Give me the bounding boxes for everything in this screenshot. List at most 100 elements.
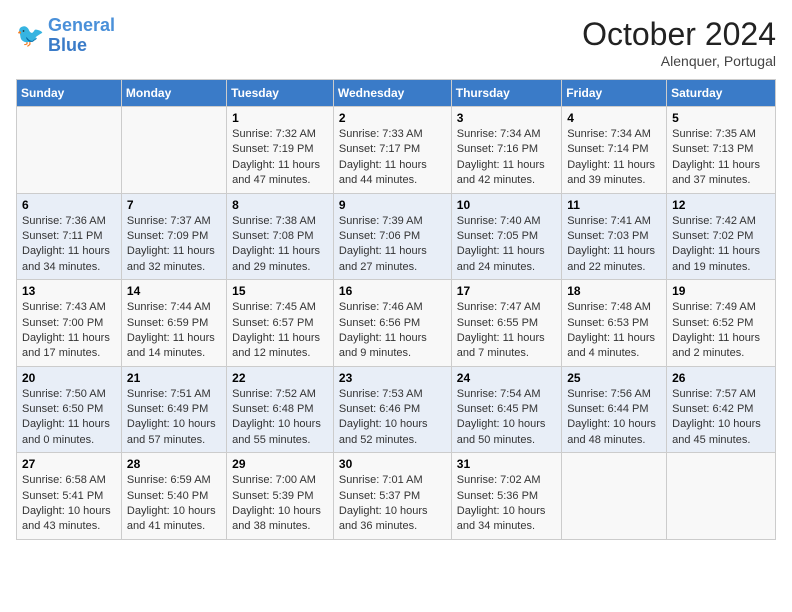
calendar-cell: 6 Sunrise: 7:36 AMSunset: 7:11 PMDaylight… — [17, 193, 122, 280]
day-number: 14 — [127, 284, 221, 298]
day-number: 31 — [457, 457, 556, 471]
day-number: 22 — [232, 371, 328, 385]
day-number: 24 — [457, 371, 556, 385]
day-number: 9 — [339, 198, 446, 212]
day-info: Sunrise: 7:44 AMSunset: 6:59 PMDaylight:… — [127, 300, 221, 362]
calendar-cell: 1 Sunrise: 7:32 AMSunset: 7:19 PMDaylight… — [227, 107, 334, 194]
day-number: 20 — [22, 371, 116, 385]
day-info: Sunrise: 7:02 AMSunset: 5:36 PMDaylight:… — [457, 473, 556, 535]
col-header-saturday: Saturday — [667, 80, 776, 107]
calendar-cell: 7Sunrise: 7:37 AMSunset: 7:09 PMDaylight… — [121, 193, 226, 280]
calendar-cell: 11Sunrise: 7:41 AMSunset: 7:03 PMDayligh… — [562, 193, 667, 280]
day-info: Sunrise: 7:01 AMSunset: 5:37 PMDaylight:… — [339, 473, 446, 535]
day-number: 16 — [339, 284, 446, 298]
logo: 🐦 General Blue — [16, 16, 115, 56]
title-section: October 2024 Alenquer, Portugal — [582, 16, 776, 69]
day-number: 13 — [22, 284, 116, 298]
day-info: Sunrise: 7:49 AMSunset: 6:52 PMDaylight:… — [672, 300, 770, 362]
calendar-cell: 9 Sunrise: 7:39 AMSunset: 7:06 PMDaylight… — [333, 193, 451, 280]
col-header-tuesday: Tuesday — [227, 80, 334, 107]
day-info: Sunrise: 7:35 AMSunset: 7:13 PMDaylight:… — [672, 127, 770, 189]
calendar-cell — [562, 453, 667, 540]
day-number: 1 — [232, 111, 328, 125]
calendar-cell: 16 Sunrise: 7:46 AMSunset: 6:56 PMDayligh… — [333, 280, 451, 367]
day-number: 28 — [127, 457, 221, 471]
day-info: Sunrise: 7:34 AMSunset: 7:16 PMDaylight:… — [457, 127, 556, 189]
calendar-cell: 29Sunrise: 7:00 AMSunset: 5:39 PMDayligh… — [227, 453, 334, 540]
day-info: Sunrise: 7:39 AMSunset: 7:06 PMDaylight:… — [339, 214, 446, 276]
day-info: Sunrise: 7:48 AMSunset: 6:53 PMDaylight:… — [567, 300, 661, 362]
day-info: Sunrise: 7:40 AMSunset: 7:05 PMDaylight:… — [457, 214, 556, 276]
month-title: October 2024 — [582, 16, 776, 53]
svg-text:🐦: 🐦 — [16, 22, 44, 48]
calendar-week-row: 13Sunrise: 7:43 AMSunset: 7:00 PMDayligh… — [17, 280, 776, 367]
calendar-cell: 20 Sunrise: 7:50 AMSunset: 6:50 PMDayligh… — [17, 366, 122, 453]
calendar-cell: 3 Sunrise: 7:34 AMSunset: 7:16 PMDaylight… — [451, 107, 561, 194]
calendar-cell: 22 Sunrise: 7:52 AMSunset: 6:48 PMDayligh… — [227, 366, 334, 453]
page-header: 🐦 General Blue October 2024 Alenquer, Po… — [16, 16, 776, 69]
day-info: Sunrise: 7:57 AMSunset: 6:42 PMDaylight:… — [672, 387, 770, 449]
day-info: Sunrise: 6:58 AMSunset: 5:41 PMDaylight:… — [22, 473, 116, 535]
day-info: Sunrise: 7:46 AMSunset: 6:56 PMDaylight:… — [339, 300, 446, 362]
calendar-cell: 19 Sunrise: 7:49 AMSunset: 6:52 PMDayligh… — [667, 280, 776, 367]
day-info: Sunrise: 7:32 AMSunset: 7:19 PMDaylight:… — [232, 127, 328, 189]
day-number: 12 — [672, 198, 770, 212]
calendar-cell: 30 Sunrise: 7:01 AMSunset: 5:37 PMDayligh… — [333, 453, 451, 540]
calendar-cell: 21 Sunrise: 7:51 AMSunset: 6:49 PMDayligh… — [121, 366, 226, 453]
day-number: 26 — [672, 371, 770, 385]
calendar-week-row: 6 Sunrise: 7:36 AMSunset: 7:11 PMDaylight… — [17, 193, 776, 280]
day-info: Sunrise: 7:56 AMSunset: 6:44 PMDaylight:… — [567, 387, 661, 449]
location-subtitle: Alenquer, Portugal — [582, 53, 776, 69]
calendar-cell: 27 Sunrise: 6:58 AMSunset: 5:41 PMDayligh… — [17, 453, 122, 540]
calendar-cell: 15Sunrise: 7:45 AMSunset: 6:57 PMDayligh… — [227, 280, 334, 367]
day-info: Sunrise: 7:47 AMSunset: 6:55 PMDaylight:… — [457, 300, 556, 362]
day-info: Sunrise: 6:59 AMSunset: 5:40 PMDaylight:… — [127, 473, 221, 535]
day-number: 6 — [22, 198, 116, 212]
day-number: 18 — [567, 284, 661, 298]
calendar-cell: 23 Sunrise: 7:53 AMSunset: 6:46 PMDayligh… — [333, 366, 451, 453]
day-info: Sunrise: 7:52 AMSunset: 6:48 PMDaylight:… — [232, 387, 328, 449]
day-number: 30 — [339, 457, 446, 471]
calendar-cell: 5 Sunrise: 7:35 AMSunset: 7:13 PMDaylight… — [667, 107, 776, 194]
calendar-cell: 10Sunrise: 7:40 AMSunset: 7:05 PMDayligh… — [451, 193, 561, 280]
col-header-thursday: Thursday — [451, 80, 561, 107]
day-number: 23 — [339, 371, 446, 385]
calendar-cell — [121, 107, 226, 194]
day-number: 27 — [22, 457, 116, 471]
calendar-cell: 28 Sunrise: 6:59 AMSunset: 5:40 PMDayligh… — [121, 453, 226, 540]
day-number: 17 — [457, 284, 556, 298]
calendar-cell: 25 Sunrise: 7:56 AMSunset: 6:44 PMDayligh… — [562, 366, 667, 453]
day-info: Sunrise: 7:54 AMSunset: 6:45 PMDaylight:… — [457, 387, 556, 449]
calendar-cell: 24 Sunrise: 7:54 AMSunset: 6:45 PMDayligh… — [451, 366, 561, 453]
day-number: 5 — [672, 111, 770, 125]
logo-text: General Blue — [48, 16, 115, 56]
calendar-cell: 2 Sunrise: 7:33 AMSunset: 7:17 PMDaylight… — [333, 107, 451, 194]
day-number: 4 — [567, 111, 661, 125]
calendar-table: SundayMondayTuesdayWednesdayThursdayFrid… — [16, 79, 776, 540]
day-number: 19 — [672, 284, 770, 298]
day-number: 2 — [339, 111, 446, 125]
col-header-monday: Monday — [121, 80, 226, 107]
calendar-week-row: 20 Sunrise: 7:50 AMSunset: 6:50 PMDayligh… — [17, 366, 776, 453]
day-info: Sunrise: 7:34 AMSunset: 7:14 PMDaylight:… — [567, 127, 661, 189]
day-info: Sunrise: 7:36 AMSunset: 7:11 PMDaylight:… — [22, 214, 116, 276]
day-number: 7 — [127, 198, 221, 212]
day-number: 25 — [567, 371, 661, 385]
calendar-cell: 17 Sunrise: 7:47 AMSunset: 6:55 PMDayligh… — [451, 280, 561, 367]
col-header-friday: Friday — [562, 80, 667, 107]
day-info: Sunrise: 7:50 AMSunset: 6:50 PMDaylight:… — [22, 387, 116, 449]
day-info: Sunrise: 7:51 AMSunset: 6:49 PMDaylight:… — [127, 387, 221, 449]
col-header-wednesday: Wednesday — [333, 80, 451, 107]
calendar-cell: 31 Sunrise: 7:02 AMSunset: 5:36 PMDayligh… — [451, 453, 561, 540]
calendar-cell — [667, 453, 776, 540]
calendar-week-row: 27 Sunrise: 6:58 AMSunset: 5:41 PMDayligh… — [17, 453, 776, 540]
day-info: Sunrise: 7:33 AMSunset: 7:17 PMDaylight:… — [339, 127, 446, 189]
day-number: 3 — [457, 111, 556, 125]
calendar-cell: 12Sunrise: 7:42 AMSunset: 7:02 PMDayligh… — [667, 193, 776, 280]
day-number: 21 — [127, 371, 221, 385]
calendar-cell: 8Sunrise: 7:38 AMSunset: 7:08 PMDaylight… — [227, 193, 334, 280]
day-info: Sunrise: 7:53 AMSunset: 6:46 PMDaylight:… — [339, 387, 446, 449]
day-info: Sunrise: 7:45 AMSunset: 6:57 PMDaylight:… — [232, 300, 328, 362]
calendar-cell: 4 Sunrise: 7:34 AMSunset: 7:14 PMDaylight… — [562, 107, 667, 194]
calendar-week-row: 1 Sunrise: 7:32 AMSunset: 7:19 PMDaylight… — [17, 107, 776, 194]
